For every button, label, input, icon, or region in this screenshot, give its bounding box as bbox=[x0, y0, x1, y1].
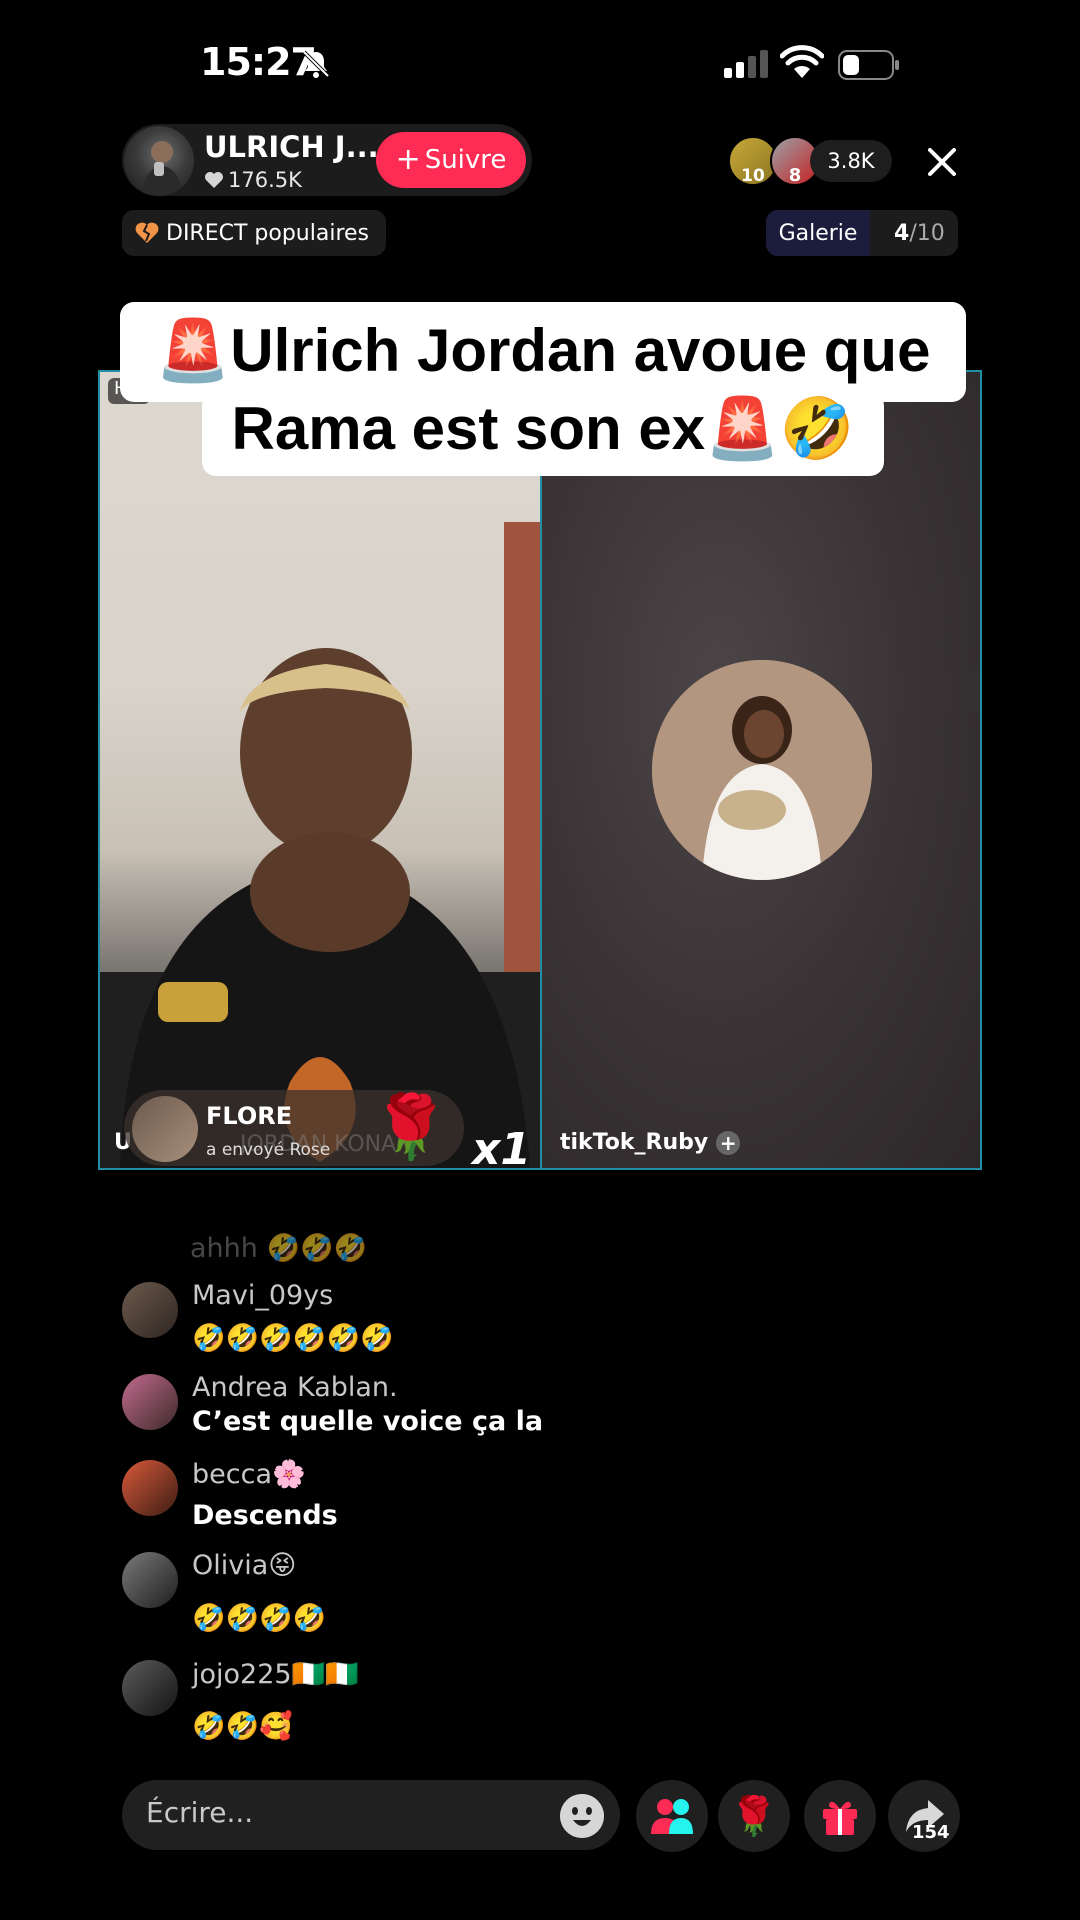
rose-icon: 🌹 bbox=[730, 1793, 778, 1838]
guest-name-tag[interactable]: tikTok_Ruby + bbox=[560, 1130, 741, 1155]
comment-avatar[interactable] bbox=[122, 1552, 178, 1608]
gift-sender-avatar[interactable] bbox=[132, 1096, 198, 1162]
host-name[interactable]: ULRICH J... bbox=[204, 130, 379, 164]
comment-text: Descends bbox=[192, 1500, 338, 1531]
comment-text: 🤣🤣🥰 bbox=[192, 1711, 293, 1742]
plus-icon: + bbox=[395, 142, 421, 177]
status-time: 15:27 bbox=[200, 40, 317, 84]
guest-avatar[interactable] bbox=[652, 660, 872, 880]
faded-comment: ahhh 🤣🤣🤣 bbox=[190, 1233, 368, 1264]
follow-label: Suivre bbox=[424, 145, 507, 175]
host-avatar[interactable] bbox=[124, 126, 194, 196]
comment-avatar[interactable] bbox=[122, 1374, 178, 1430]
likes-count: 176.5K bbox=[228, 168, 302, 192]
comment-text: 🤣🤣🤣🤣 bbox=[192, 1603, 327, 1634]
gift-icon bbox=[823, 1801, 857, 1835]
rose-gift-button[interactable]: 🌹 bbox=[718, 1780, 790, 1852]
follow-button[interactable]: + Suivre bbox=[376, 132, 526, 188]
emoji-icon[interactable] bbox=[560, 1794, 604, 1838]
gift-combo-count: x1 bbox=[472, 1124, 531, 1175]
battery-icon bbox=[838, 50, 899, 80]
comment-text: C’est quelle voice ça la bbox=[192, 1406, 544, 1437]
comment-username[interactable]: Olivia😝 bbox=[192, 1550, 296, 1581]
gift-sender-name: FLORE bbox=[206, 1102, 293, 1130]
comment-username[interactable]: Andrea Kablan. bbox=[192, 1372, 398, 1403]
heart-icon bbox=[205, 172, 223, 188]
rose-gift-icon: 🌹 bbox=[372, 1090, 450, 1163]
gallery-counter: 4 /10 bbox=[894, 220, 945, 246]
cellular-signal-icon bbox=[724, 50, 768, 78]
share-count: 154 bbox=[912, 1822, 950, 1843]
comment-avatar[interactable] bbox=[122, 1460, 178, 1516]
add-guest-icon[interactable]: + bbox=[716, 1130, 741, 1155]
comment-avatar[interactable] bbox=[122, 1282, 178, 1338]
comment-username[interactable]: Mavi_09ys bbox=[192, 1280, 333, 1311]
comment-text: 🤣🤣🤣🤣🤣🤣 bbox=[192, 1323, 394, 1354]
people-icon bbox=[651, 1799, 693, 1834]
heart-broken-icon bbox=[135, 222, 159, 243]
viewer-count[interactable]: 3.8K bbox=[810, 140, 892, 182]
video-caption: 🚨Ulrich Jordan avoue que Rama est son ex… bbox=[120, 312, 966, 468]
popular-live-label: DIRECT populaires bbox=[166, 220, 370, 246]
comment-username[interactable]: jojo225🇨🇮🇨🇮 bbox=[192, 1658, 359, 1690]
gift-action-text: a envoyé Rose bbox=[206, 1140, 331, 1160]
gift-button[interactable] bbox=[804, 1780, 876, 1852]
comment-avatar[interactable] bbox=[122, 1660, 178, 1716]
caption-line-2: Rama est son ex🚨🤣 bbox=[231, 395, 855, 462]
multi-guest-button[interactable] bbox=[636, 1780, 708, 1852]
gallery-chip[interactable]: Galerie 4 /10 bbox=[766, 210, 958, 256]
host-likes: 176.5K bbox=[204, 168, 302, 192]
caption-line-1: 🚨Ulrich Jordan avoue que bbox=[155, 317, 931, 384]
gallery-label: Galerie bbox=[766, 210, 870, 256]
comment-input-placeholder: Écrire... bbox=[146, 1796, 254, 1829]
comment-username[interactable]: becca🌸 bbox=[192, 1458, 306, 1490]
bell-slash-icon bbox=[302, 50, 330, 78]
popular-live-chip[interactable]: DIRECT populaires bbox=[122, 210, 386, 256]
guest-name: tikTok_Ruby bbox=[560, 1130, 709, 1155]
wifi-icon bbox=[780, 45, 824, 78]
close-icon[interactable] bbox=[922, 142, 962, 182]
